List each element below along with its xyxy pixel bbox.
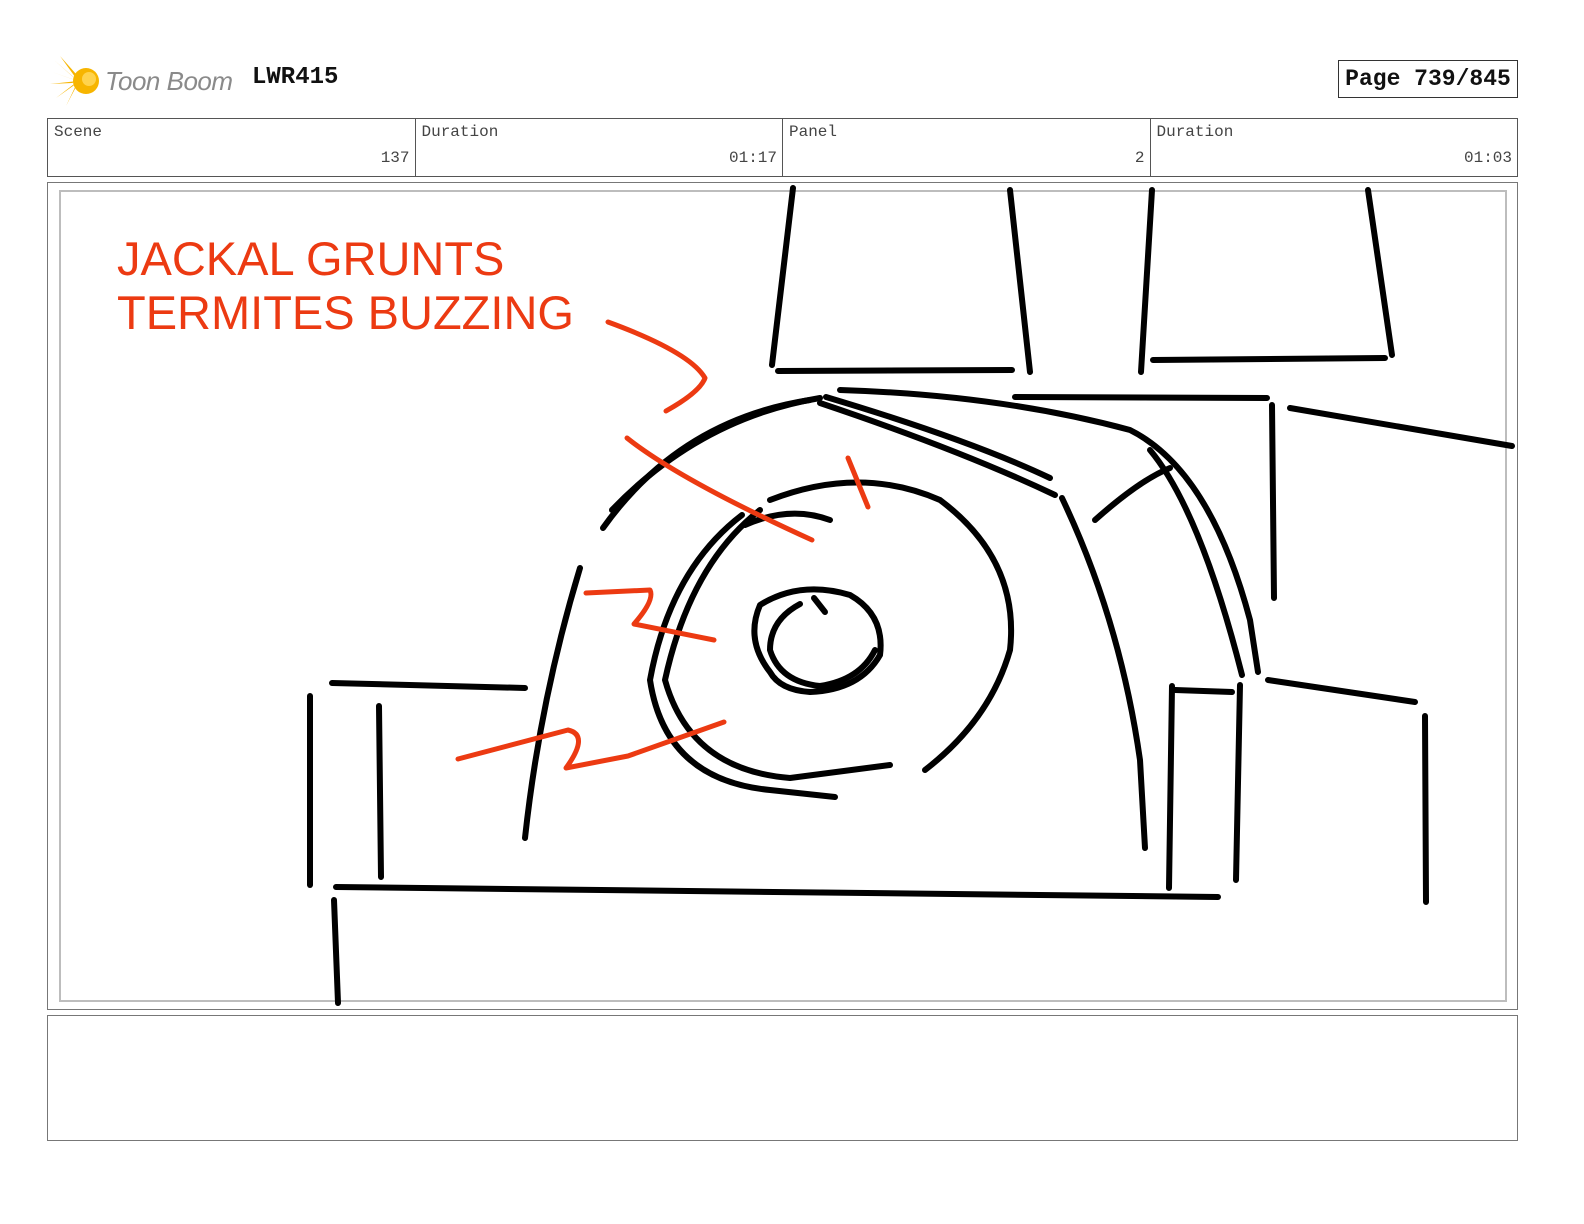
sound-effect-note: JACKAL GRUNTS TERMITES BUZZING bbox=[117, 232, 574, 339]
notes-box bbox=[47, 1015, 1518, 1141]
red-sound-lines bbox=[455, 319, 871, 771]
